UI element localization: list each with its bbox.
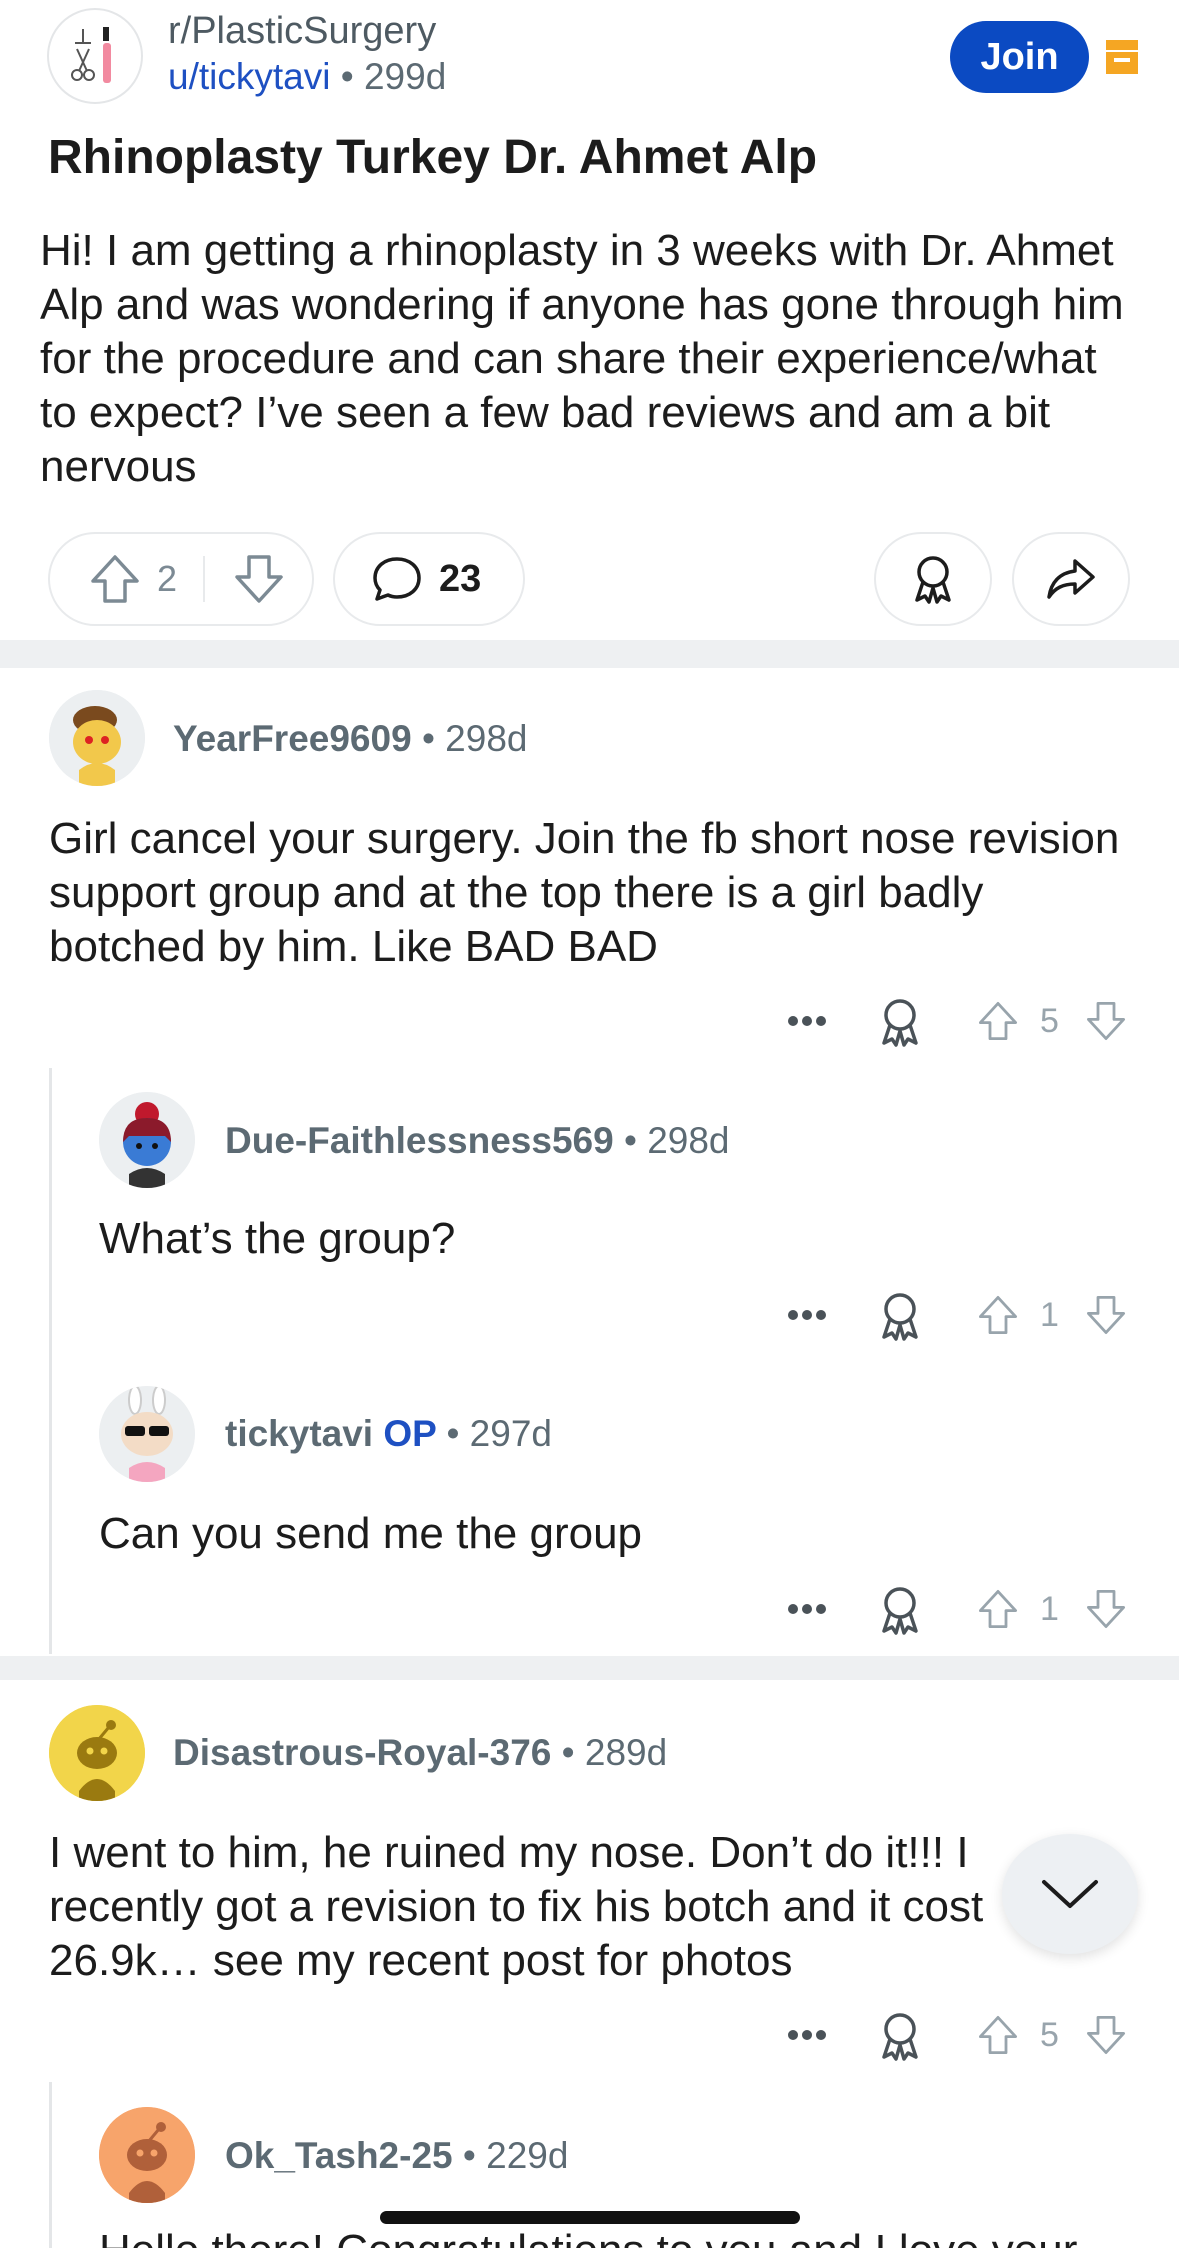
post-body: Hi! I am getting a rhinoplasty in 3 week… bbox=[40, 226, 1124, 491]
avatar-image bbox=[99, 2107, 195, 2203]
comment-author[interactable]: Disastrous-Royal-376 • 289d bbox=[173, 1732, 667, 1774]
comment-age: • 297d bbox=[446, 1413, 552, 1454]
vote-count: 5 bbox=[1040, 1002, 1059, 1040]
more-icon[interactable] bbox=[787, 1015, 827, 1027]
award-icon[interactable] bbox=[876, 2009, 924, 2063]
post-header: r/PlasticSurgery u/tickytavi • 299d Join bbox=[0, 0, 1179, 120]
upvote-icon[interactable] bbox=[974, 2009, 1022, 2061]
comment-author[interactable]: Ok_Tash2-25 • 229d bbox=[225, 2135, 568, 2177]
award-icon[interactable] bbox=[876, 995, 924, 1049]
subreddit-name[interactable]: r/PlasticSurgery bbox=[168, 10, 436, 53]
vote-count: 1 bbox=[1040, 1296, 1059, 1334]
chevron-down-icon bbox=[1042, 1880, 1098, 1908]
vote-count: 1 bbox=[1040, 1590, 1059, 1628]
home-indicator[interactable] bbox=[380, 2211, 800, 2224]
avatar[interactable] bbox=[99, 1386, 195, 1482]
comment-body: Can you send me the group bbox=[99, 1509, 643, 1558]
comment-age: • 298d bbox=[421, 718, 528, 759]
post-author[interactable]: u/tickytavi bbox=[168, 56, 330, 97]
avatar[interactable] bbox=[49, 690, 145, 786]
comment-author-name[interactable]: Due-Faithlessness569 bbox=[225, 1120, 614, 1161]
downvote-icon[interactable] bbox=[1082, 1289, 1130, 1341]
thread-line[interactable] bbox=[49, 1068, 52, 1654]
section-divider bbox=[0, 1656, 1179, 1680]
comment-body: I went to him, he ruined my nose. Don’t … bbox=[49, 1828, 984, 1985]
upvote-icon[interactable] bbox=[974, 1583, 1022, 1635]
award-icon[interactable] bbox=[876, 1289, 924, 1343]
upvote-icon[interactable] bbox=[974, 1289, 1022, 1341]
scroll-next-button[interactable] bbox=[1002, 1834, 1138, 1954]
downvote-icon[interactable] bbox=[229, 549, 289, 609]
downvote-icon[interactable] bbox=[1082, 995, 1130, 1047]
meta-separator: • bbox=[340, 56, 354, 97]
comment-age: • 229d bbox=[462, 2135, 569, 2176]
thread-line[interactable] bbox=[49, 2082, 52, 2248]
share-icon bbox=[1047, 559, 1095, 599]
comment-body: What’s the group? bbox=[99, 1214, 456, 1263]
avatar-image bbox=[99, 1386, 195, 1482]
comment-age: • 289d bbox=[561, 1732, 668, 1773]
section-divider bbox=[0, 640, 1179, 668]
avatar[interactable] bbox=[99, 2107, 195, 2203]
avatar[interactable] bbox=[99, 1092, 195, 1188]
avatar-image bbox=[99, 1092, 195, 1188]
join-button[interactable]: Join bbox=[950, 21, 1089, 93]
post-title: Rhinoplasty Turkey Dr. Ahmet Alp bbox=[48, 131, 818, 184]
post-meta: u/tickytavi • 299d bbox=[168, 56, 446, 98]
subreddit-avatar[interactable] bbox=[47, 8, 143, 104]
avatar-image bbox=[49, 690, 145, 786]
downvote-icon[interactable] bbox=[1082, 2009, 1130, 2061]
comment-author[interactable]: Due-Faithlessness569 • 298d bbox=[225, 1120, 730, 1162]
avatar[interactable] bbox=[49, 1705, 145, 1801]
award-icon bbox=[915, 556, 951, 604]
surgical-tools-icon bbox=[71, 27, 111, 83]
upvote-icon[interactable] bbox=[85, 549, 145, 609]
comment-author-name[interactable]: Disastrous-Royal-376 bbox=[173, 1732, 551, 1773]
comment-author-name[interactable]: YearFree9609 bbox=[173, 718, 412, 759]
vote-bar: 2 bbox=[48, 532, 314, 626]
comment-author-name[interactable]: Ok_Tash2-25 bbox=[225, 2135, 453, 2176]
share-button[interactable] bbox=[1012, 532, 1130, 626]
more-icon[interactable] bbox=[787, 2029, 827, 2041]
comment-age: • 298d bbox=[623, 1120, 730, 1161]
comments-count: 23 bbox=[439, 557, 482, 600]
comment-author[interactable]: tickytavi OP • 297d bbox=[225, 1413, 552, 1455]
mod-icon[interactable] bbox=[1106, 40, 1138, 74]
vote-separator bbox=[203, 556, 205, 602]
upvote-count: 2 bbox=[157, 558, 178, 599]
more-icon[interactable] bbox=[787, 1603, 827, 1615]
comment-author[interactable]: YearFree9609 • 298d bbox=[173, 718, 528, 760]
comment-author-name[interactable]: tickytavi bbox=[225, 1413, 373, 1454]
comment-icon bbox=[373, 557, 421, 601]
award-icon[interactable] bbox=[876, 1583, 924, 1637]
op-badge: OP bbox=[383, 1413, 437, 1454]
comment-body: Girl cancel your surgery. Join the fb sh… bbox=[49, 814, 1120, 971]
comment-body: Hello there! Congratulations to you and … bbox=[99, 2224, 1179, 2248]
more-icon[interactable] bbox=[787, 1309, 827, 1321]
comments-button[interactable]: 23 bbox=[333, 532, 525, 626]
downvote-icon[interactable] bbox=[1082, 1583, 1130, 1635]
vote-count: 5 bbox=[1040, 2016, 1059, 2054]
post-age: 299d bbox=[363, 56, 447, 97]
avatar-image bbox=[49, 1705, 145, 1801]
upvote-icon[interactable] bbox=[974, 995, 1022, 1047]
award-button[interactable] bbox=[874, 532, 992, 626]
